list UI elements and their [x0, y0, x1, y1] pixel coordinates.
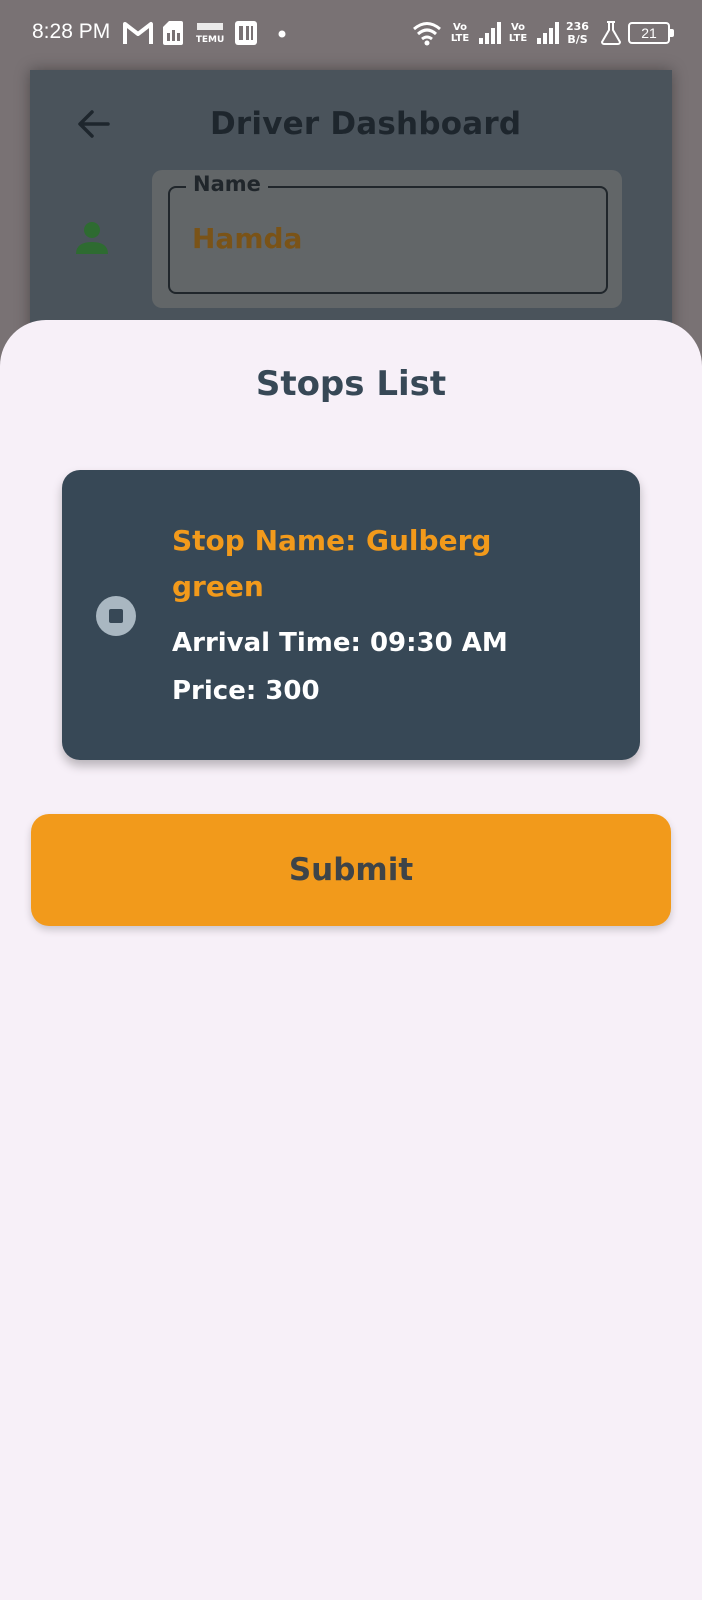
- name-field-label: Name: [186, 172, 268, 196]
- net-speed-unit: B/S: [567, 33, 588, 46]
- stop-name: Stop Name: Gulberg green: [172, 524, 492, 603]
- page-title: Driver Dashboard: [210, 106, 522, 142]
- signal-icon: [479, 22, 501, 44]
- submit-button[interactable]: Submit: [31, 814, 671, 926]
- stop-radio-indicator: [109, 609, 123, 623]
- stop-arrival-time: Arrival Time: 09:30 AM: [172, 628, 508, 658]
- temu-icon: TEMU: [196, 23, 224, 45]
- back-arrow-icon[interactable]: [74, 104, 114, 144]
- sheet-title: Stops List: [255, 364, 447, 404]
- volte-badge: Vo LTE: [508, 22, 528, 44]
- volte-badge: Vo LTE: [450, 22, 470, 44]
- sim-card-icon: [163, 21, 183, 45]
- stop-price: Price: 300: [172, 676, 320, 706]
- battery-icon: 21: [628, 22, 674, 44]
- gmail-icon: [123, 22, 153, 44]
- status-bar: 8:28 PM TEMU Vo LTE Vo LTE 236 B/S 21: [0, 0, 702, 70]
- net-speed: 236 B/S: [566, 20, 589, 46]
- wifi-icon: [413, 22, 441, 46]
- stops-bottom-sheet: Stops List Stop Name: Gulberg green Arri…: [0, 320, 702, 1600]
- status-time: 8:28 PM: [32, 20, 111, 43]
- net-speed-value: 236: [566, 20, 589, 33]
- svg-text:TEMU: TEMU: [196, 35, 224, 45]
- name-field[interactable]: Name Hamda: [168, 172, 608, 294]
- flask-icon: [600, 21, 622, 45]
- battery-level: 21: [641, 25, 657, 41]
- person-icon: [76, 222, 108, 254]
- signal-icon: [537, 22, 559, 44]
- name-field-value: Hamda: [192, 222, 303, 255]
- app-notification-icon: [235, 21, 257, 45]
- name-field-container: Name Hamda: [152, 170, 622, 308]
- stop-card[interactable]: Stop Name: Gulberg green Arrival Time: 0…: [62, 470, 640, 760]
- stop-radio-icon[interactable]: [96, 596, 136, 636]
- dot-icon: [278, 30, 286, 38]
